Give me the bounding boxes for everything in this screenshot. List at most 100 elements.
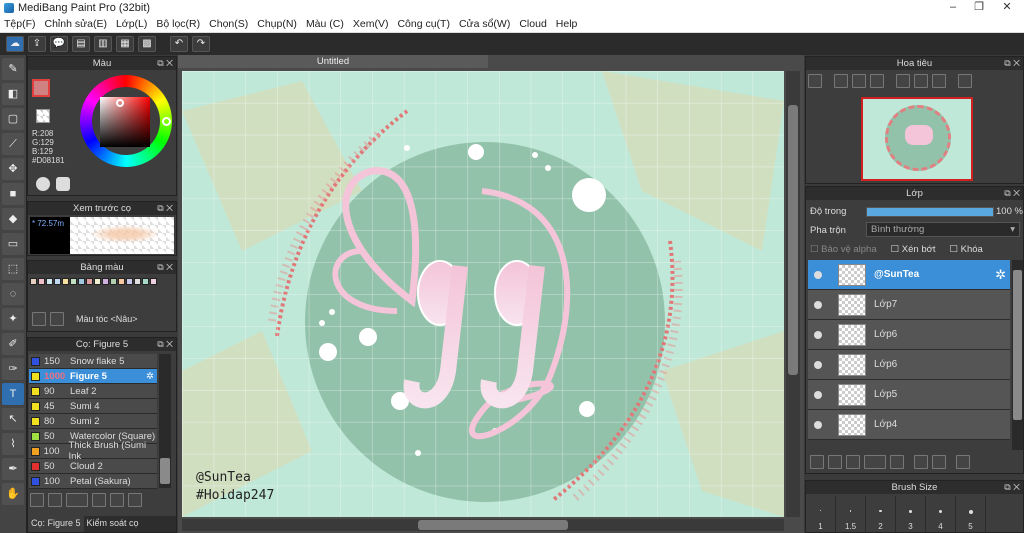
layer-row[interactable]: Lớp7 bbox=[808, 290, 1010, 320]
add-palette-icon[interactable] bbox=[32, 312, 46, 326]
brush-item[interactable]: 90 Leaf 2 bbox=[29, 384, 157, 399]
palette-swatch[interactable] bbox=[94, 278, 101, 285]
zoom-in-icon[interactable] bbox=[834, 74, 848, 88]
document-icon[interactable]: ▤ bbox=[72, 36, 90, 52]
gear-icon[interactable]: ✲ bbox=[995, 267, 1006, 283]
brush-size-cell[interactable]: 4 bbox=[926, 496, 956, 532]
palette-swatch[interactable] bbox=[46, 278, 53, 285]
menu-color[interactable]: Màu (C) bbox=[306, 18, 344, 30]
gear-icon[interactable]: ✲ bbox=[146, 371, 154, 382]
opacity-slider[interactable] bbox=[866, 207, 994, 217]
palette-swatch[interactable] bbox=[118, 278, 125, 285]
brush-icon[interactable]: ✎ bbox=[2, 58, 24, 80]
panel-close-icon[interactable]: ⧉ ✕ bbox=[1004, 57, 1020, 70]
delete-layer-icon[interactable] bbox=[956, 455, 970, 469]
gradient-icon[interactable]: ▭ bbox=[2, 233, 24, 255]
layer-row[interactable]: Lớp6 bbox=[808, 320, 1010, 350]
palette-swatch[interactable] bbox=[54, 278, 61, 285]
rotate-left-icon[interactable] bbox=[896, 74, 910, 88]
page-icon[interactable]: ▥ bbox=[94, 36, 112, 52]
menu-layer[interactable]: Lớp(L) bbox=[116, 18, 147, 30]
maximize-button[interactable]: ❐ bbox=[968, 0, 990, 14]
brush-size-cell[interactable]: 5 bbox=[956, 496, 986, 532]
new-8bit-layer-icon[interactable] bbox=[846, 455, 860, 469]
menu-filter[interactable]: Bộ lọc(R) bbox=[156, 18, 200, 30]
new-layer-icon[interactable] bbox=[810, 455, 824, 469]
palette-swatch[interactable] bbox=[134, 278, 141, 285]
flip-icon[interactable] bbox=[958, 74, 972, 88]
palette-swatch[interactable] bbox=[38, 278, 45, 285]
document-tab[interactable]: Untitled bbox=[178, 55, 488, 68]
redo-icon[interactable]: ↷ bbox=[192, 36, 210, 52]
palette-swatch[interactable] bbox=[30, 278, 37, 285]
new-brush-icon[interactable] bbox=[48, 493, 62, 507]
pen-icon[interactable]: ✒ bbox=[2, 458, 24, 480]
menu-edit[interactable]: Chỉnh sửa(E) bbox=[45, 18, 107, 30]
brush-list-scrollbar[interactable] bbox=[159, 354, 171, 488]
primary-color-swatch[interactable] bbox=[32, 79, 50, 97]
menu-select[interactable]: Chọn(S) bbox=[209, 18, 248, 30]
layer-folder-icon[interactable] bbox=[890, 455, 904, 469]
brush-size-cell[interactable]: 1.5 bbox=[836, 496, 866, 532]
visibility-icon[interactable] bbox=[814, 330, 822, 339]
close-button[interactable]: ✕ bbox=[996, 0, 1018, 14]
saturation-box[interactable] bbox=[100, 97, 150, 147]
new-halftone-layer-icon[interactable] bbox=[828, 455, 842, 469]
layer-row[interactable]: Lớp4 bbox=[808, 410, 1010, 440]
palette-swatch[interactable] bbox=[126, 278, 133, 285]
line-icon[interactable]: ⟋ bbox=[2, 133, 24, 155]
palette-swatch[interactable] bbox=[110, 278, 117, 285]
brush-folder-icon[interactable] bbox=[110, 493, 124, 507]
select-pen-icon[interactable]: ✐ bbox=[2, 333, 24, 355]
color-settings-icon[interactable] bbox=[56, 177, 70, 191]
select-eraser-icon[interactable]: ✑ bbox=[2, 358, 24, 380]
lasso-icon[interactable]: ◌ bbox=[2, 283, 24, 305]
brush-copy-icon[interactable] bbox=[128, 493, 142, 507]
palette-swatch[interactable] bbox=[70, 278, 77, 285]
visibility-icon[interactable] bbox=[814, 390, 822, 399]
clipping-checkbox[interactable]: ☐ Xén bớt bbox=[891, 244, 936, 255]
menu-tools[interactable]: Công cụ(T) bbox=[397, 18, 450, 30]
magic-wand-icon[interactable]: ✦ bbox=[2, 308, 24, 330]
move-icon[interactable]: ✥ bbox=[2, 158, 24, 180]
menu-help[interactable]: Help bbox=[556, 18, 578, 30]
visibility-icon[interactable] bbox=[814, 360, 822, 369]
brush-item[interactable]: 80 Sumi 2 bbox=[29, 414, 157, 429]
lock-checkbox[interactable]: ☐ Khóa bbox=[949, 244, 982, 255]
fill-rect-icon[interactable]: ■ bbox=[2, 183, 24, 205]
fit-icon[interactable] bbox=[852, 74, 866, 88]
layer-list-scrollbar[interactable] bbox=[1012, 260, 1023, 450]
layer-row[interactable]: Lớp6 bbox=[808, 350, 1010, 380]
tab-brush[interactable]: Cọ: Figure 5 bbox=[28, 516, 84, 532]
panel-close-icon[interactable]: ⧉ ✕ bbox=[157, 57, 173, 70]
color-picker-cursor[interactable] bbox=[116, 99, 124, 107]
panel-close-icon[interactable]: ⧉ ✕ bbox=[157, 202, 173, 215]
dropper-icon[interactable]: ⌇ bbox=[2, 433, 24, 455]
palette-swatch[interactable] bbox=[142, 278, 149, 285]
panel-close-icon[interactable]: ⧉ ✕ bbox=[157, 261, 173, 274]
cloud-icon[interactable]: ☁ bbox=[6, 36, 24, 52]
panel-close-icon[interactable]: ⧉ ✕ bbox=[1004, 187, 1020, 200]
layer-row[interactable]: @SunTea ✲ bbox=[808, 260, 1010, 290]
navigator-thumbnail[interactable] bbox=[861, 97, 973, 181]
add-layer-menu-icon[interactable] bbox=[864, 455, 886, 469]
brush-item[interactable]: 100 Petal (Sakura) bbox=[29, 474, 157, 489]
palette-swatch[interactable] bbox=[102, 278, 109, 285]
blend-mode-select[interactable]: Bình thường ▾ bbox=[866, 222, 1020, 237]
palette-icon[interactable] bbox=[36, 177, 50, 191]
actual-size-icon[interactable] bbox=[870, 74, 884, 88]
eraser-icon[interactable]: ◧ bbox=[2, 83, 24, 105]
palette-swatch[interactable] bbox=[78, 278, 85, 285]
brush-size-cell[interactable]: 3 bbox=[896, 496, 926, 532]
palette-swatch[interactable] bbox=[62, 278, 69, 285]
rotate-right-icon[interactable] bbox=[932, 74, 946, 88]
brush-size-cell[interactable]: 1 bbox=[806, 496, 836, 532]
drawing-canvas[interactable]: @SunTea #Hoidap247 bbox=[182, 71, 784, 517]
brush-item[interactable]: 1000 Figure 5 ✲ bbox=[29, 369, 157, 384]
brush-item[interactable]: 150 Snow flake 5 bbox=[29, 354, 157, 369]
grid-icon[interactable]: ▩ bbox=[138, 36, 156, 52]
bucket-icon[interactable]: ◆ bbox=[2, 208, 24, 230]
reset-rotation-icon[interactable] bbox=[914, 74, 928, 88]
delete-palette-icon[interactable] bbox=[50, 312, 64, 326]
menu-file[interactable]: Tệp(F) bbox=[4, 18, 36, 30]
